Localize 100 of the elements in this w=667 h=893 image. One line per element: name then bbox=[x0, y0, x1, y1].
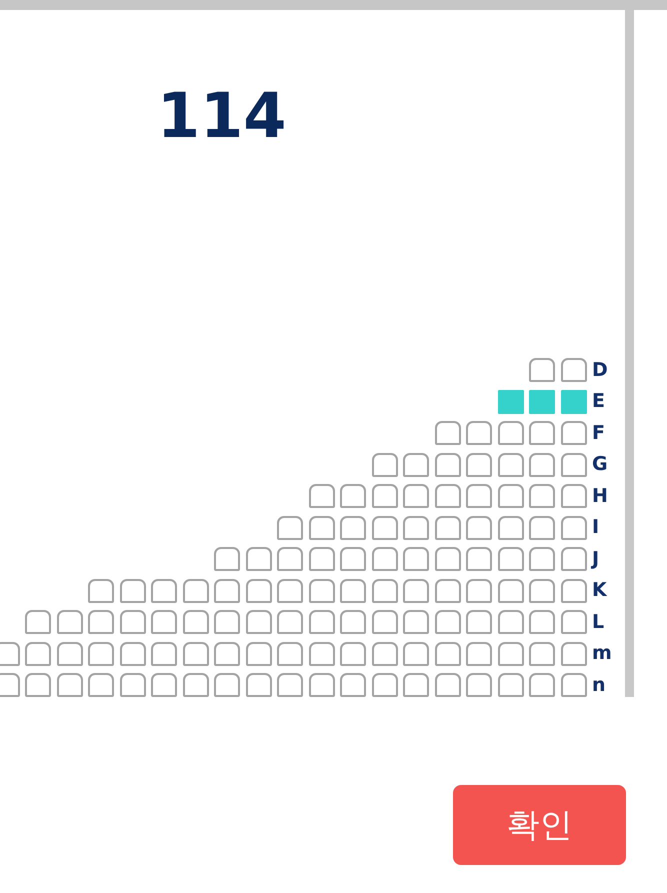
seat[interactable] bbox=[182, 610, 208, 634]
seat[interactable] bbox=[88, 642, 114, 666]
seat[interactable] bbox=[403, 516, 429, 540]
seat[interactable] bbox=[560, 421, 586, 445]
seat[interactable] bbox=[434, 673, 460, 697]
seat[interactable] bbox=[560, 390, 586, 414]
seat[interactable] bbox=[560, 484, 586, 508]
seat[interactable] bbox=[308, 578, 334, 602]
seat[interactable] bbox=[434, 516, 460, 540]
seat[interactable] bbox=[403, 484, 429, 508]
seat[interactable] bbox=[308, 547, 334, 571]
seat[interactable] bbox=[340, 484, 366, 508]
seat[interactable] bbox=[372, 484, 398, 508]
seat[interactable] bbox=[56, 642, 82, 666]
seat[interactable] bbox=[277, 578, 303, 602]
seat[interactable] bbox=[498, 421, 524, 445]
seat[interactable] bbox=[560, 358, 586, 382]
seat[interactable] bbox=[466, 673, 492, 697]
seat[interactable] bbox=[498, 642, 524, 666]
seat[interactable] bbox=[403, 547, 429, 571]
seat[interactable] bbox=[120, 673, 146, 697]
seat[interactable] bbox=[498, 390, 524, 414]
seat[interactable] bbox=[466, 642, 492, 666]
seat[interactable] bbox=[182, 578, 208, 602]
seat[interactable] bbox=[120, 610, 146, 634]
seat[interactable] bbox=[246, 673, 272, 697]
confirm-button[interactable]: 확인 bbox=[453, 785, 626, 865]
seat[interactable] bbox=[120, 578, 146, 602]
seat[interactable] bbox=[246, 610, 272, 634]
seat[interactable] bbox=[56, 673, 82, 697]
seat[interactable] bbox=[403, 578, 429, 602]
seat[interactable] bbox=[560, 516, 586, 540]
seat[interactable] bbox=[498, 547, 524, 571]
seat[interactable] bbox=[560, 610, 586, 634]
seat[interactable] bbox=[246, 547, 272, 571]
seat[interactable] bbox=[529, 673, 555, 697]
seat[interactable] bbox=[434, 610, 460, 634]
seat[interactable] bbox=[308, 516, 334, 540]
seat[interactable] bbox=[466, 578, 492, 602]
seat[interactable] bbox=[151, 673, 177, 697]
seat[interactable] bbox=[151, 642, 177, 666]
seat[interactable] bbox=[120, 642, 146, 666]
seat[interactable] bbox=[498, 673, 524, 697]
seat[interactable] bbox=[214, 578, 240, 602]
seat[interactable] bbox=[308, 642, 334, 666]
seat[interactable] bbox=[403, 673, 429, 697]
seat[interactable] bbox=[372, 642, 398, 666]
seat[interactable] bbox=[277, 610, 303, 634]
seat[interactable] bbox=[498, 452, 524, 476]
seat[interactable] bbox=[529, 547, 555, 571]
seat[interactable] bbox=[340, 547, 366, 571]
seat[interactable] bbox=[529, 452, 555, 476]
seat[interactable] bbox=[25, 610, 51, 634]
seat[interactable] bbox=[372, 578, 398, 602]
seat[interactable] bbox=[529, 578, 555, 602]
seat[interactable] bbox=[0, 673, 20, 697]
seat[interactable] bbox=[214, 673, 240, 697]
seat[interactable] bbox=[529, 642, 555, 666]
seat[interactable] bbox=[214, 610, 240, 634]
seat[interactable] bbox=[403, 610, 429, 634]
seat[interactable] bbox=[466, 452, 492, 476]
seat[interactable] bbox=[88, 578, 114, 602]
seat[interactable] bbox=[308, 610, 334, 634]
seat[interactable] bbox=[340, 578, 366, 602]
seat[interactable] bbox=[529, 421, 555, 445]
seat[interactable] bbox=[277, 673, 303, 697]
seat[interactable] bbox=[372, 452, 398, 476]
seat[interactable] bbox=[466, 484, 492, 508]
seat[interactable] bbox=[151, 610, 177, 634]
seat[interactable] bbox=[372, 673, 398, 697]
seat[interactable] bbox=[56, 610, 82, 634]
seat[interactable] bbox=[403, 642, 429, 666]
seat[interactable] bbox=[277, 547, 303, 571]
seat[interactable] bbox=[214, 547, 240, 571]
seat[interactable] bbox=[88, 673, 114, 697]
seat[interactable] bbox=[372, 516, 398, 540]
seat[interactable] bbox=[529, 390, 555, 414]
seat[interactable] bbox=[560, 578, 586, 602]
seat[interactable] bbox=[182, 673, 208, 697]
seat[interactable] bbox=[308, 673, 334, 697]
seat[interactable] bbox=[246, 642, 272, 666]
seat[interactable] bbox=[529, 516, 555, 540]
seat[interactable] bbox=[214, 642, 240, 666]
seat[interactable] bbox=[560, 642, 586, 666]
seat[interactable] bbox=[560, 452, 586, 476]
seat[interactable] bbox=[246, 578, 272, 602]
seat[interactable] bbox=[434, 484, 460, 508]
seat[interactable] bbox=[277, 642, 303, 666]
seat[interactable] bbox=[25, 673, 51, 697]
seat[interactable] bbox=[25, 642, 51, 666]
seat[interactable] bbox=[466, 421, 492, 445]
seat[interactable] bbox=[529, 358, 555, 382]
seat[interactable] bbox=[434, 547, 460, 571]
seat[interactable] bbox=[498, 578, 524, 602]
seat[interactable] bbox=[372, 547, 398, 571]
seat[interactable] bbox=[466, 547, 492, 571]
seat[interactable] bbox=[277, 516, 303, 540]
seat[interactable] bbox=[340, 516, 366, 540]
seat[interactable] bbox=[340, 610, 366, 634]
seat[interactable] bbox=[182, 642, 208, 666]
